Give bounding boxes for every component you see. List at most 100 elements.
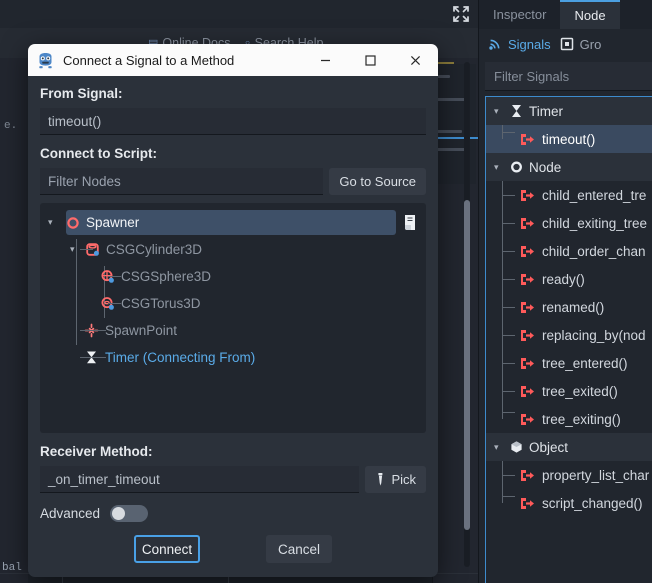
sub-tab-groups[interactable]: Gro (560, 36, 602, 52)
tree-line (502, 405, 516, 419)
signal-arrow-icon (521, 301, 534, 313)
connect-signal-dialog: Connect a Signal to a Method From Signal… (28, 44, 438, 577)
signal-item-property-list-changed[interactable]: property_list_char (486, 461, 652, 489)
node-row-csgsphere3d[interactable]: CSGSphere3D (44, 263, 422, 290)
sub-tab-groups-label: Gro (579, 36, 602, 52)
node-circle-icon (511, 161, 522, 173)
sub-tab-signals[interactable]: Signals (488, 37, 551, 52)
tree-line (502, 181, 516, 209)
from-signal-value: timeout() (40, 108, 426, 135)
timer-hourglass-icon (512, 105, 521, 117)
receiver-method-label: Receiver Method: (40, 444, 153, 459)
signal-item-ready[interactable]: ready() (486, 265, 652, 293)
signal-item-renamed[interactable]: renamed() (486, 293, 652, 321)
node-label: CSGTorus3D (121, 296, 201, 311)
chevron-down-icon[interactable]: ▾ (494, 106, 504, 117)
go-to-source-button[interactable]: Go to Source (329, 168, 426, 195)
tree-line (502, 293, 516, 321)
tree-line (502, 349, 516, 377)
node-tree[interactable]: ▾ Spawner ▾ CSGCylinder3D CSGSphere3D CS… (40, 203, 426, 433)
signal-group-timer[interactable]: ▾ Timer (486, 97, 652, 125)
connect-to-script-label: Connect to Script: (40, 146, 157, 161)
tab-inspector[interactable]: Inspector (479, 0, 560, 29)
signal-item-child-exiting-tree[interactable]: child_exiting_tree (486, 209, 652, 237)
signal-arrow-icon (521, 273, 534, 285)
advanced-label: Advanced (40, 506, 101, 521)
dock-sub-tab-bar: Signals Gro (479, 29, 652, 59)
signal-group-node[interactable]: ▾ Node (486, 153, 652, 181)
signal-item-label: tree_exiting() (542, 411, 621, 427)
signal-arrow-icon (521, 133, 534, 145)
tree-line (80, 249, 93, 250)
signal-arrow-icon (521, 189, 534, 201)
node-label: CSGCylinder3D (106, 242, 203, 257)
editor-top-bar (0, 0, 480, 28)
tab-history[interactable] (620, 0, 652, 29)
expand-arrows-icon[interactable] (452, 5, 470, 23)
signal-item-label: child_order_chan (542, 243, 646, 259)
dialog-title-bar[interactable]: Connect a Signal to a Method (28, 44, 438, 76)
signal-item-timeout[interactable]: timeout() (486, 125, 652, 153)
tab-node[interactable]: Node (560, 0, 620, 29)
node-row-spawnpoint[interactable]: SpawnPoint (44, 317, 422, 344)
node-label: SpawnPoint (105, 323, 178, 338)
godot-robot-icon (39, 52, 52, 68)
background-stub (436, 148, 466, 151)
signals-tree[interactable]: ▾ Timer timeout() ▾ Node child_entered_t… (485, 96, 652, 583)
signal-arrow-icon (521, 329, 534, 341)
signal-arrow-icon (521, 497, 534, 509)
node-row-csgtorus3d[interactable]: CSGTorus3D (44, 290, 422, 317)
tree-line (502, 125, 516, 139)
tree-line (502, 209, 516, 237)
receiver-method-input[interactable]: _on_timer_timeout (40, 466, 360, 493)
signal-waves-icon (489, 39, 500, 50)
signal-item-label: tree_entered() (542, 355, 628, 371)
tree-line (502, 321, 516, 349)
chevron-down-icon[interactable]: ▾ (494, 162, 504, 173)
background-stub (436, 130, 462, 133)
tree-line (502, 489, 516, 503)
from-signal-label: From Signal: (40, 86, 123, 101)
tree-line (108, 276, 121, 277)
signal-group-label: Timer (529, 103, 563, 119)
signal-item-tree-exited[interactable]: tree_exited() (486, 377, 652, 405)
toggle-knob (112, 507, 126, 520)
signal-item-child-entered-tree[interactable]: child_entered_tre (486, 181, 652, 209)
node-row-spawner[interactable]: ▾ Spawner (44, 209, 422, 236)
script-icon[interactable] (402, 214, 418, 231)
minimize-icon (321, 59, 330, 61)
pick-button[interactable]: Pick (365, 466, 426, 493)
signal-group-object[interactable]: ▾ Object (486, 433, 652, 461)
chevron-down-icon[interactable]: ▾ (70, 244, 80, 255)
close-button[interactable] (393, 44, 438, 76)
signal-item-replacing-by[interactable]: replacing_by(nod (486, 321, 652, 349)
node-row-timer[interactable]: Timer (Connecting From) (44, 344, 422, 371)
sub-tab-signals-label: Signals (508, 36, 551, 52)
node-label: Timer (Connecting From) (105, 350, 256, 365)
filter-signals-input[interactable]: Filter Signals (485, 62, 652, 91)
node-label: Spawner (86, 215, 140, 230)
node-row-csgcylinder3d[interactable]: ▾ CSGCylinder3D (44, 236, 422, 263)
signal-item-child-order-changed[interactable]: child_order_chan (486, 237, 652, 265)
dock-tab-bar: Inspector Node (479, 0, 652, 29)
signal-item-tree-exiting[interactable]: tree_exiting() (486, 405, 652, 433)
signal-arrow-icon (521, 245, 534, 257)
signal-item-label: child_exiting_tree (542, 215, 648, 231)
signal-item-tree-entered[interactable]: tree_entered() (486, 349, 652, 377)
filter-nodes-input[interactable]: Filter Nodes (40, 168, 324, 195)
dialog-actions: Connect Cancel (28, 522, 438, 577)
chevron-down-icon[interactable]: ▾ (48, 217, 58, 228)
cancel-button[interactable]: Cancel (266, 535, 332, 563)
advanced-toggle[interactable] (110, 505, 149, 522)
connect-button[interactable]: Connect (134, 535, 200, 563)
signal-item-script-changed[interactable]: script_changed() (486, 489, 652, 517)
editor-gutter (0, 58, 28, 583)
chevron-down-icon[interactable]: ▾ (494, 442, 504, 453)
signal-item-label: timeout() (542, 131, 596, 147)
background-scrollbar-thumb[interactable] (464, 200, 470, 530)
minimize-button[interactable] (303, 44, 348, 76)
tree-line (80, 357, 106, 358)
tree-line (502, 377, 516, 405)
maximize-button[interactable] (348, 44, 393, 76)
signal-arrow-icon (521, 469, 534, 481)
